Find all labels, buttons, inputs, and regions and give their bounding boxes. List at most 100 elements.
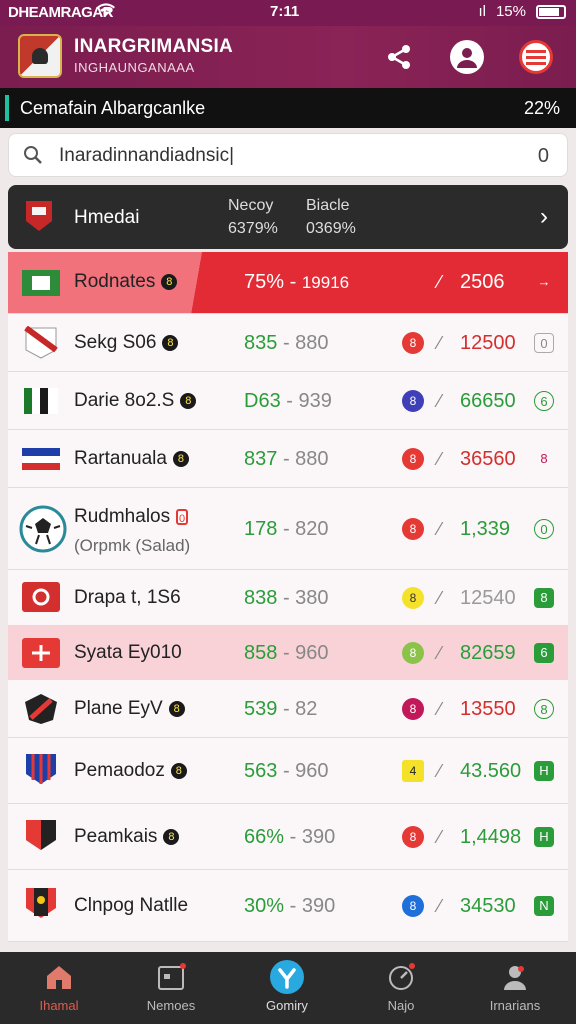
app-logo-icon xyxy=(18,34,62,78)
match-row[interactable]: Plane EyV 8 539 - 82 8 ⁄ 13550 8 xyxy=(8,680,568,738)
odds-away: 390 xyxy=(301,895,336,917)
team-name: Sekg S06 xyxy=(74,332,157,353)
odds-home: 178 xyxy=(244,518,278,540)
odds-away: 880 xyxy=(295,332,329,354)
odds-away: 939 xyxy=(298,390,332,412)
stake-amount: 1,4498 xyxy=(460,826,522,848)
match-row[interactable]: Rodnates 8 75% - 19916 ⁄ 2506 → xyxy=(8,252,568,314)
flag-icon xyxy=(22,582,60,612)
nav-map[interactable]: Najo xyxy=(346,952,456,1024)
team-name: Plane EyV xyxy=(74,698,163,719)
share-icon xyxy=(388,45,410,69)
app-subtitle: INGHAUNGANAAA xyxy=(74,60,195,75)
nav-matches[interactable]: Nemoes xyxy=(116,952,226,1024)
status-badge: 8 xyxy=(402,332,424,354)
status-badge: 8 xyxy=(402,698,424,720)
nav-label: Irnarians xyxy=(489,998,541,1013)
odds-separator: - xyxy=(289,271,297,293)
status-badge: 8 xyxy=(402,448,424,470)
action-icon[interactable]: H xyxy=(534,827,554,847)
status-badge: 8 xyxy=(402,642,424,664)
odds-home: 858 xyxy=(244,642,278,664)
chevron-right-icon: › xyxy=(540,203,548,230)
action-icon[interactable]: 8 xyxy=(534,588,554,608)
odds-separator: - xyxy=(289,895,297,917)
team-crest-icon xyxy=(26,888,56,918)
stake-amount: 2506 xyxy=(460,271,505,293)
odds-separator: - xyxy=(282,518,290,540)
odds-away: 880 xyxy=(295,448,329,470)
nav-center[interactable]: Gomiry xyxy=(232,952,342,1024)
separator-icon: ⁄ xyxy=(438,519,442,539)
status-badge: 4 xyxy=(402,760,424,782)
profile-button[interactable] xyxy=(450,40,484,74)
status-badge: 8 xyxy=(402,826,424,848)
team-name: Darie 8o2.S xyxy=(74,390,175,411)
target-icon xyxy=(389,963,415,990)
user-icon xyxy=(457,48,477,68)
match-row[interactable]: Drapa t, 1S6 838 - 380 8 ⁄ 12540 8 xyxy=(8,570,568,626)
featured-col1-header: Necoy xyxy=(228,197,274,214)
match-row[interactable]: Syata Ey010 858 - 960 8 ⁄ 82659 6 xyxy=(8,626,568,680)
nav-label: Najo xyxy=(387,998,415,1013)
team-badge: 8 xyxy=(163,828,180,845)
share-button[interactable] xyxy=(382,40,416,74)
nav-home[interactable]: Ihamal xyxy=(4,952,114,1024)
separator-icon: ⁄ xyxy=(438,449,442,469)
match-row[interactable]: Rudmhalos 0 (Orpmk (Salad) 178 - 820 8 ⁄ … xyxy=(8,488,568,570)
action-icon[interactable]: 6 xyxy=(534,643,554,663)
nav-label: Ihamal xyxy=(39,998,79,1013)
nav-label: Gomiry xyxy=(266,998,308,1013)
menu-button[interactable] xyxy=(519,40,553,74)
battery-icon xyxy=(536,4,566,19)
match-row[interactable]: Rartanuala 8 837 - 880 8 ⁄ 36560 8 xyxy=(8,430,568,488)
league-name: Cemafain Albargcanlke xyxy=(20,98,206,118)
team-badge: 8 xyxy=(170,762,187,779)
team-badge: 8 xyxy=(162,334,179,351)
match-row[interactable]: Sekg S06 8 835 - 880 8 ⁄ 12500 0 xyxy=(8,314,568,372)
odds-away: 960 xyxy=(295,760,329,782)
odds-separator: - xyxy=(282,587,290,609)
featured-match-card[interactable]: Hmedai Necoy 6379% Biacle 0369% › xyxy=(8,185,568,249)
action-icon[interactable]: H xyxy=(534,761,554,781)
arrow-right-icon[interactable]: → xyxy=(534,272,554,292)
app-title: INARGRIMANSIA xyxy=(74,36,234,57)
match-row[interactable]: Clnpog Natlle 30% - 390 8 ⁄ 34530 N xyxy=(8,870,568,942)
accent-bar xyxy=(5,95,9,121)
hamburger-icon xyxy=(526,50,546,65)
league-banner[interactable]: Cemafain Albargcanlke 22% xyxy=(0,88,576,128)
stake-amount: 12500 xyxy=(460,332,516,354)
match-row[interactable]: Darie 8o2.S 8 D63 - 939 8 ⁄ 66650 6 xyxy=(8,372,568,430)
search-input[interactable] xyxy=(59,142,489,170)
match-row[interactable]: Pemaodoz 8 563 - 960 4 ⁄ 43.560 H xyxy=(8,738,568,804)
league-percent: 22% xyxy=(523,98,560,118)
action-icon[interactable]: 8 xyxy=(534,699,554,719)
separator-icon: ⁄ xyxy=(438,588,442,608)
flag-icon xyxy=(24,388,58,414)
stake-amount: 1,339 xyxy=(460,518,511,540)
odds-separator: - xyxy=(282,448,290,470)
team-crest-icon xyxy=(25,694,57,724)
separator-icon: ⁄ xyxy=(438,333,442,353)
odds-home: 838 xyxy=(244,587,278,609)
odds-separator: - xyxy=(282,642,290,664)
team-name: Rartanuala xyxy=(74,448,167,469)
separator-icon: ⁄ xyxy=(438,827,442,847)
flag-icon xyxy=(22,448,60,470)
action-icon[interactable]: 8 xyxy=(534,449,554,469)
search-icon xyxy=(24,146,42,164)
action-icon[interactable]: N xyxy=(534,896,554,916)
odds-separator: - xyxy=(282,760,290,782)
signal-icon: ıl xyxy=(478,3,486,20)
odds-separator: - xyxy=(289,826,297,848)
odds-away: 82 xyxy=(295,698,318,720)
separator-icon: ⁄ xyxy=(438,896,442,916)
action-icon[interactable]: 0 xyxy=(534,333,554,353)
nav-profile[interactable]: Irnarians xyxy=(460,952,570,1024)
action-icon[interactable]: 6 xyxy=(534,391,554,411)
team-badge: 0 xyxy=(176,508,189,525)
action-icon[interactable]: 0 xyxy=(534,519,554,539)
team-name: Syata Ey010 xyxy=(74,642,182,663)
match-row[interactable]: Peamkais 8 66% - 390 8 ⁄ 1,4498 H xyxy=(8,804,568,870)
team-name: Drapa t, 1S6 xyxy=(74,587,181,608)
